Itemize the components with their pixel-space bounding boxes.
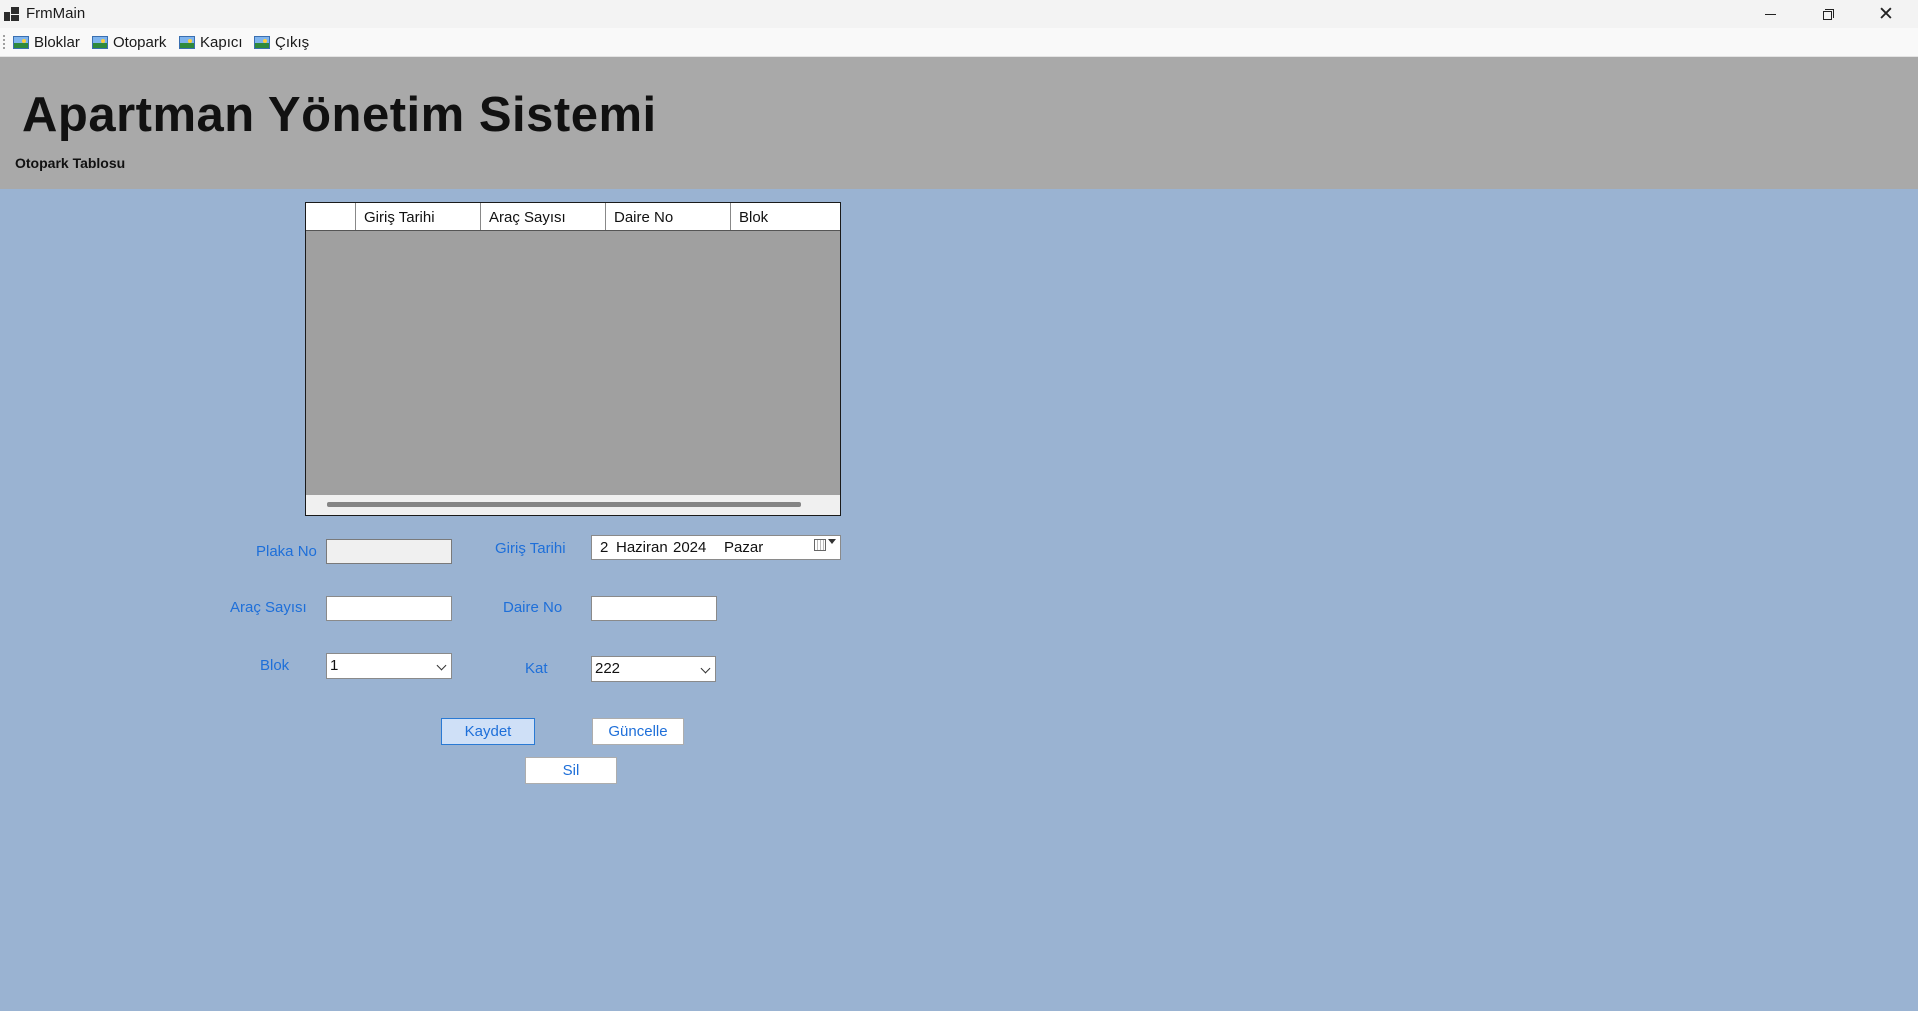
image-icon: [13, 35, 29, 49]
menu-item-label: Kapıcı: [200, 33, 243, 51]
kat-select[interactable]: 222: [591, 656, 716, 682]
image-icon: [179, 35, 195, 49]
sil-button[interactable]: Sil: [525, 757, 617, 784]
kaydet-button[interactable]: Kaydet: [441, 718, 535, 745]
image-icon: [92, 35, 108, 49]
menu-item-label: Çıkış: [275, 33, 310, 51]
parking-data-grid[interactable]: Giriş Tarihi Araç Sayısı Daire No Blok: [305, 202, 841, 516]
menu-bar: Bloklar Otopark Kapıcı Çıkış: [0, 28, 1918, 57]
chevron-down-icon: [436, 660, 447, 671]
date-weekday: Pazar: [724, 539, 764, 556]
column-header-arac-sayisi[interactable]: Araç Sayısı: [481, 203, 606, 230]
daire-no-label: Daire No: [503, 599, 563, 616]
blok-label: Blok: [260, 657, 290, 674]
date-day: 2: [600, 539, 609, 556]
window-title: FrmMain: [26, 5, 86, 22]
plaka-label: Plaka No: [256, 543, 317, 560]
restore-button[interactable]: [1799, 0, 1857, 28]
image-icon: [254, 35, 270, 49]
plaka-input[interactable]: [326, 539, 452, 564]
scrollbar-thumb[interactable]: [327, 502, 801, 507]
column-header-giris-tarihi[interactable]: Giriş Tarihi: [356, 203, 481, 230]
menu-item-kapici[interactable]: Kapıcı: [179, 32, 243, 52]
date-year: 2024: [673, 539, 707, 556]
arac-sayisi-label: Araç Sayısı: [230, 599, 307, 616]
horizontal-scrollbar[interactable]: [306, 495, 840, 515]
restore-icon: [1822, 8, 1834, 20]
arac-sayisi-input[interactable]: [326, 596, 452, 621]
giris-tarihi-label: Giriş Tarihi: [495, 540, 566, 557]
close-icon: ✕: [1878, 3, 1894, 25]
menu-item-label: Otopark: [113, 33, 167, 51]
daire-no-input[interactable]: [591, 596, 717, 621]
guncelle-button[interactable]: Güncelle: [592, 718, 684, 745]
blok-select[interactable]: 1: [326, 653, 452, 679]
menu-item-otopark[interactable]: Otopark: [92, 32, 166, 52]
kat-label: Kat: [525, 660, 548, 677]
row-header-corner: [306, 203, 356, 230]
kat-select-value: 222: [595, 660, 621, 677]
calendar-icon[interactable]: [814, 539, 826, 551]
column-header-blok[interactable]: Blok: [731, 203, 840, 230]
menu-grip: [3, 35, 7, 49]
minimize-button[interactable]: [1741, 0, 1799, 28]
header-panel: Apartman Yönetim Sistemi Otopark Tablosu: [0, 57, 1918, 189]
close-button[interactable]: ✕: [1857, 0, 1915, 28]
title-bar: FrmMain ✕: [0, 0, 1918, 28]
giris-tarihi-datepicker[interactable]: 2 Haziran 2024 Pazar: [591, 535, 841, 560]
menu-item-label: Bloklar: [34, 33, 80, 51]
section-subtitle: Otopark Tablosu: [15, 155, 126, 171]
grid-header: Giriş Tarihi Araç Sayısı Daire No Blok: [306, 203, 840, 231]
menu-item-bloklar[interactable]: Bloklar: [13, 32, 80, 52]
column-header-daire-no[interactable]: Daire No: [606, 203, 731, 230]
app-title: Apartman Yönetim Sistemi: [22, 88, 657, 142]
date-month: Haziran: [616, 539, 668, 556]
blok-select-value: 1: [330, 657, 339, 674]
dropdown-arrow-icon[interactable]: [828, 539, 836, 544]
app-icon: [4, 7, 19, 21]
menu-item-cikis[interactable]: Çıkış: [254, 32, 309, 52]
chevron-down-icon: [700, 663, 711, 674]
minimize-icon: [1764, 13, 1776, 15]
